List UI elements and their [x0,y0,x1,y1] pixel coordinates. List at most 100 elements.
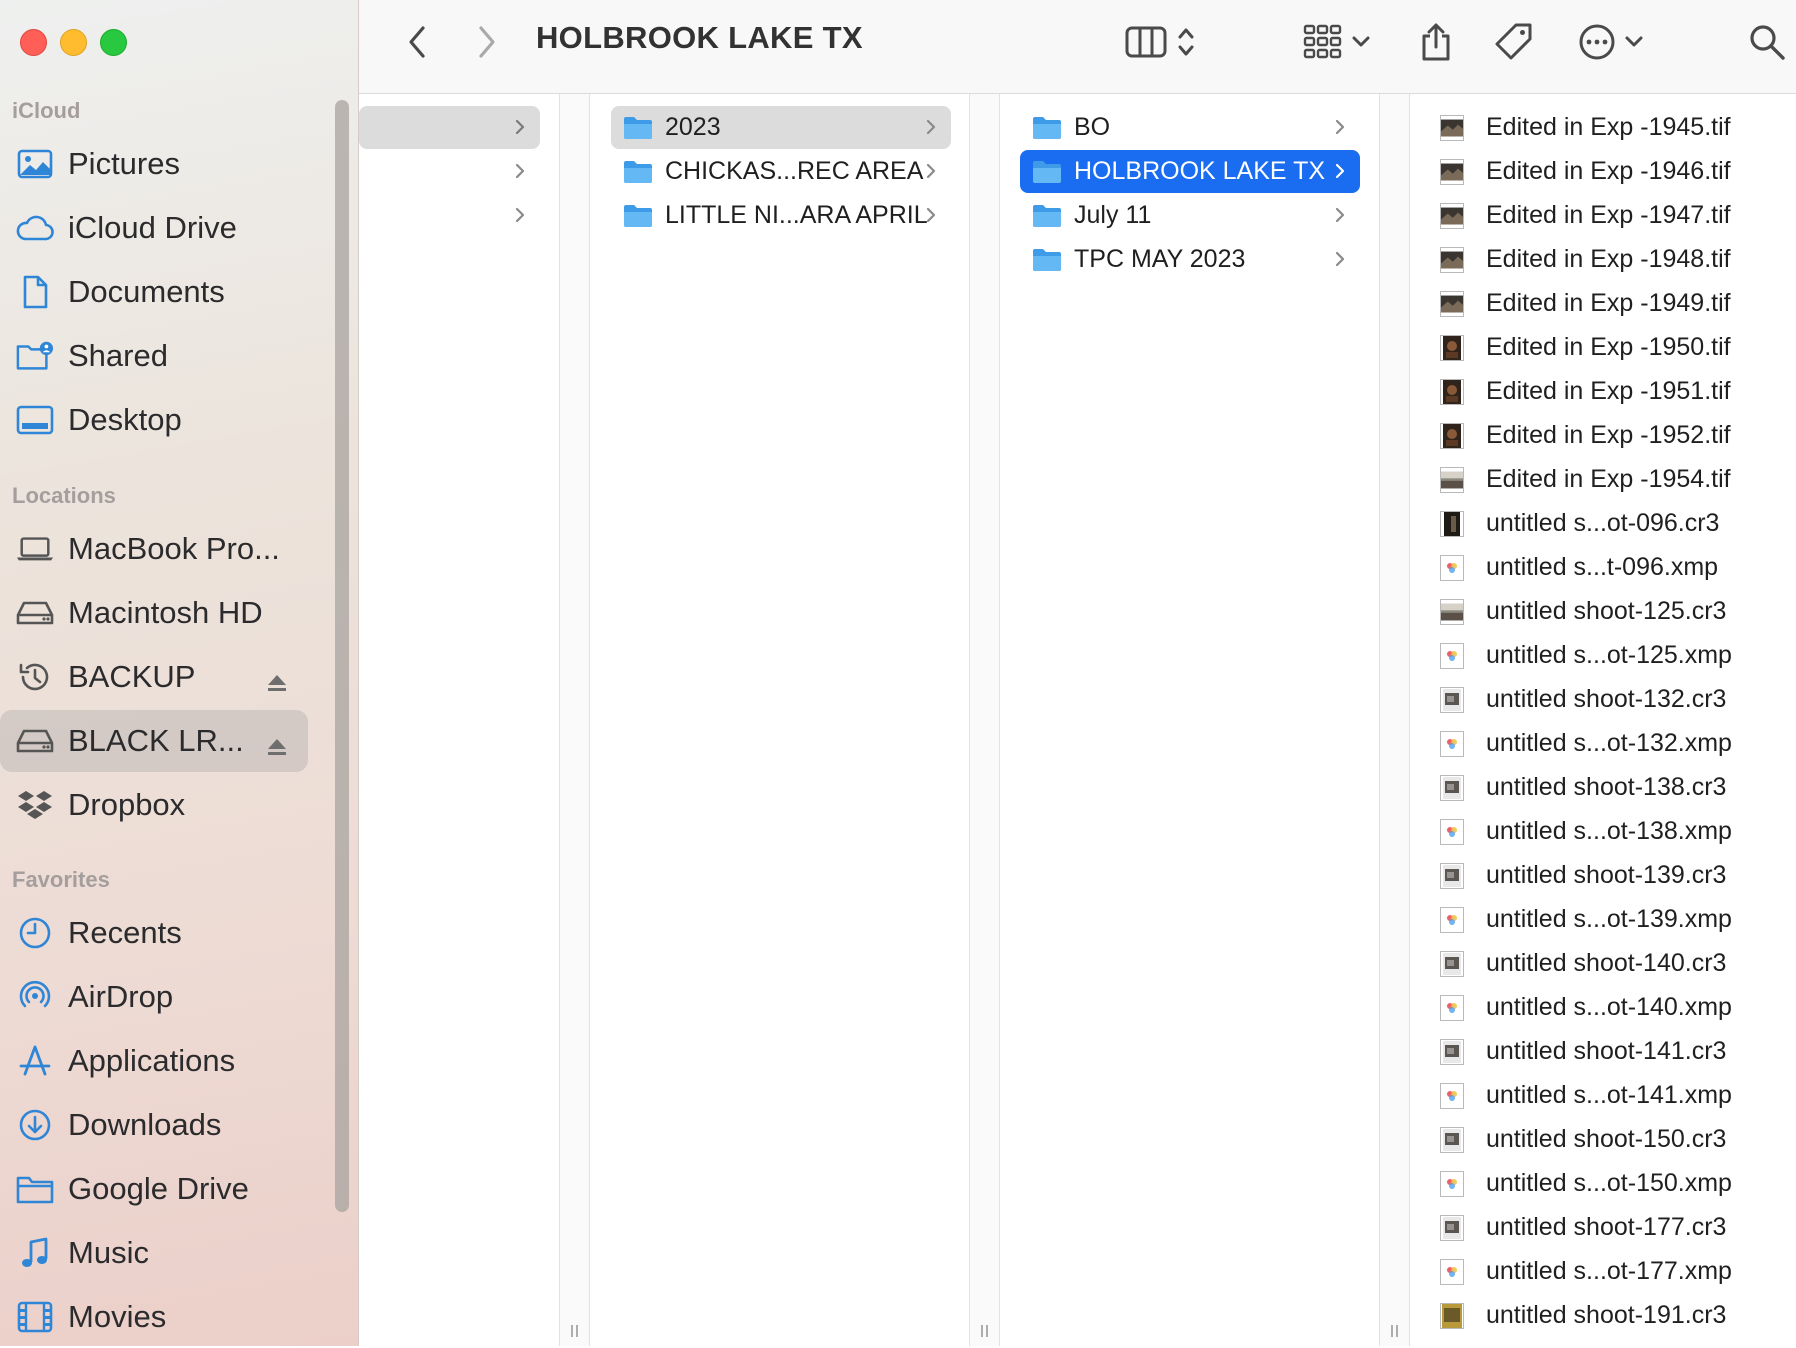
sidebar-section-title: Locations [12,483,116,508]
more-actions-button[interactable] [1571,18,1651,66]
folder-row[interactable]: BO [1020,106,1360,149]
folder-row[interactable]: CHICKAS...REC AREA [611,150,951,193]
sidebar-item-applications[interactable]: Applications [0,1030,308,1092]
file-row[interactable]: untitled shoot-150.cr3 [1440,1118,1726,1161]
file-row[interactable]: untitled s...t-096.xmp [1440,546,1718,589]
file-row[interactable]: untitled s...ot-138.xmp [1440,810,1732,853]
folder-name: LITTLE NI...ARA APRIL [665,201,928,229]
sidebar-item-google-drive[interactable]: Google Drive [0,1158,308,1220]
file-thumbnail-icon [1440,246,1464,273]
file-name: Edited in Exp -1954.tif [1486,465,1731,493]
file-name: untitled shoot-191.cr3 [1486,1301,1727,1329]
close-window-button[interactable] [20,29,47,56]
sidebar-item-shared[interactable]: Shared [0,325,308,387]
file-row[interactable]: Edited in Exp -1952.tif [1440,414,1731,457]
file-name: untitled s...ot-150.xmp [1486,1169,1732,1197]
sidebar-item-macbook-pro[interactable]: MacBook Pro... [0,518,308,580]
folder-row[interactable]: 2023 [611,106,951,149]
file-row[interactable]: Edited in Exp -1948.tif [1440,238,1731,281]
back-button[interactable] [397,22,437,62]
file-name: untitled shoot-132.cr3 [1486,685,1727,713]
sidebar-item-downloads[interactable]: Downloads [0,1094,308,1156]
sidebar-item-label: BACKUP [68,659,196,694]
file-row[interactable]: untitled s...ot-141.xmp [1440,1074,1732,1117]
sidebar-item-label: Applications [68,1043,236,1078]
column-3: BO HOLBROOK LAKE TX July 11 TPC MAY 2023 [1000,94,1380,1346]
sidebar-item-documents[interactable]: Documents [0,261,308,323]
file-row[interactable]: untitled shoot-139.cr3 [1440,854,1726,897]
cloud-icon [16,209,54,247]
ellipsis-circle-icon [1579,24,1615,60]
tags-button[interactable] [1489,18,1539,66]
sidebar-item-movies[interactable]: Movies [0,1286,308,1348]
file-name: untitled s...ot-177.xmp [1486,1257,1732,1285]
column-3-gutter [1380,94,1410,1346]
column-1-row[interactable] [359,150,540,193]
view-mode-button[interactable] [1115,20,1205,64]
file-row[interactable]: untitled shoot-191.cr3 [1440,1294,1726,1337]
file-row[interactable]: Edited in Exp -1946.tif [1440,150,1731,193]
file-row[interactable]: untitled shoot-141.cr3 [1440,1030,1726,1073]
sidebar-item-icloud-drive[interactable]: iCloud Drive [0,197,308,259]
file-row[interactable]: Edited in Exp -1945.tif [1440,106,1731,149]
search-button[interactable] [1743,18,1791,66]
sidebar-scrollbar[interactable] [335,100,349,1212]
sidebar-item-label: MacBook Pro... [68,531,280,566]
file-row[interactable]: untitled s...ot-150.xmp [1440,1162,1732,1205]
folder-row[interactable]: LITTLE NI...ARA APRIL [611,194,951,237]
sidebar-item-dropbox[interactable]: Dropbox [0,774,308,836]
folder-row[interactable]: HOLBROOK LAKE TX [1020,150,1360,193]
file-row[interactable]: untitled s...ot-125.xmp [1440,634,1732,677]
folder-name: CHICKAS...REC AREA [665,157,924,185]
search-icon [1750,25,1785,60]
sidebar-item-backup[interactable]: BACKUP [0,646,308,708]
share-button[interactable] [1411,18,1461,66]
sidebar-item-desktop[interactable]: Desktop [0,389,308,451]
photo-icon [16,145,54,183]
column-resize-handle-icon[interactable] [1390,1324,1400,1338]
sidebar-item-music[interactable]: Music [0,1222,308,1284]
file-row[interactable]: untitled s...ot-096.cr3 [1440,502,1719,545]
file-name: untitled s...ot-125.xmp [1486,641,1732,669]
folder-icon [1033,116,1061,139]
group-button[interactable] [1299,20,1375,64]
column-resize-handle-icon[interactable] [570,1324,580,1338]
file-name: untitled s...ot-138.xmp [1486,817,1732,845]
chevron-right-icon [515,119,525,135]
folder-row[interactable]: July 11 [1020,194,1360,237]
file-row[interactable]: untitled shoot-132.cr3 [1440,678,1726,721]
film-icon [16,1298,54,1336]
download-icon [16,1106,54,1144]
sidebar-item-recents[interactable]: Recents [0,902,308,964]
file-row[interactable]: untitled s...ot-139.xmp [1440,898,1732,941]
file-row[interactable]: Edited in Exp -1951.tif [1440,370,1731,413]
minimize-window-button[interactable] [60,29,87,56]
column-1-row-selected[interactable] [359,106,540,149]
eject-icon[interactable] [266,730,288,766]
sidebar-item-pictures[interactable]: Pictures [0,133,308,195]
sidebar-item-airdrop[interactable]: AirDrop [0,966,308,1028]
file-row[interactable]: Edited in Exp -1947.tif [1440,194,1731,237]
file-row[interactable]: Edited in Exp -1950.tif [1440,326,1731,369]
file-row[interactable]: untitled shoot-125.cr3 [1440,590,1726,633]
file-name: Edited in Exp -1952.tif [1486,421,1731,449]
folder-row[interactable]: TPC MAY 2023 [1020,238,1360,281]
sidebar-item-macintosh-hd[interactable]: Macintosh HD [0,582,308,644]
sidebar-item-black-lr[interactable]: BLACK LR... [0,710,308,772]
zoom-window-button[interactable] [100,29,127,56]
file-row[interactable]: untitled s...ot-177.xmp [1440,1250,1732,1293]
file-row[interactable]: untitled shoot-140.cr3 [1440,942,1726,985]
column-1-row[interactable] [359,194,540,237]
file-thumbnail-icon [1440,1170,1464,1197]
file-thumbnail-icon [1440,466,1464,493]
forward-button[interactable] [467,22,507,62]
file-thumbnail-icon [1440,862,1464,889]
file-row[interactable]: Edited in Exp -1949.tif [1440,282,1731,325]
file-row[interactable]: untitled s...ot-132.xmp [1440,722,1732,765]
file-row[interactable]: untitled shoot-177.cr3 [1440,1206,1726,1249]
column-resize-handle-icon[interactable] [980,1324,990,1338]
file-row[interactable]: Edited in Exp -1954.tif [1440,458,1731,501]
eject-icon[interactable] [266,666,288,702]
file-row[interactable]: untitled shoot-138.cr3 [1440,766,1726,809]
file-row[interactable]: untitled s...ot-140.xmp [1440,986,1732,1029]
